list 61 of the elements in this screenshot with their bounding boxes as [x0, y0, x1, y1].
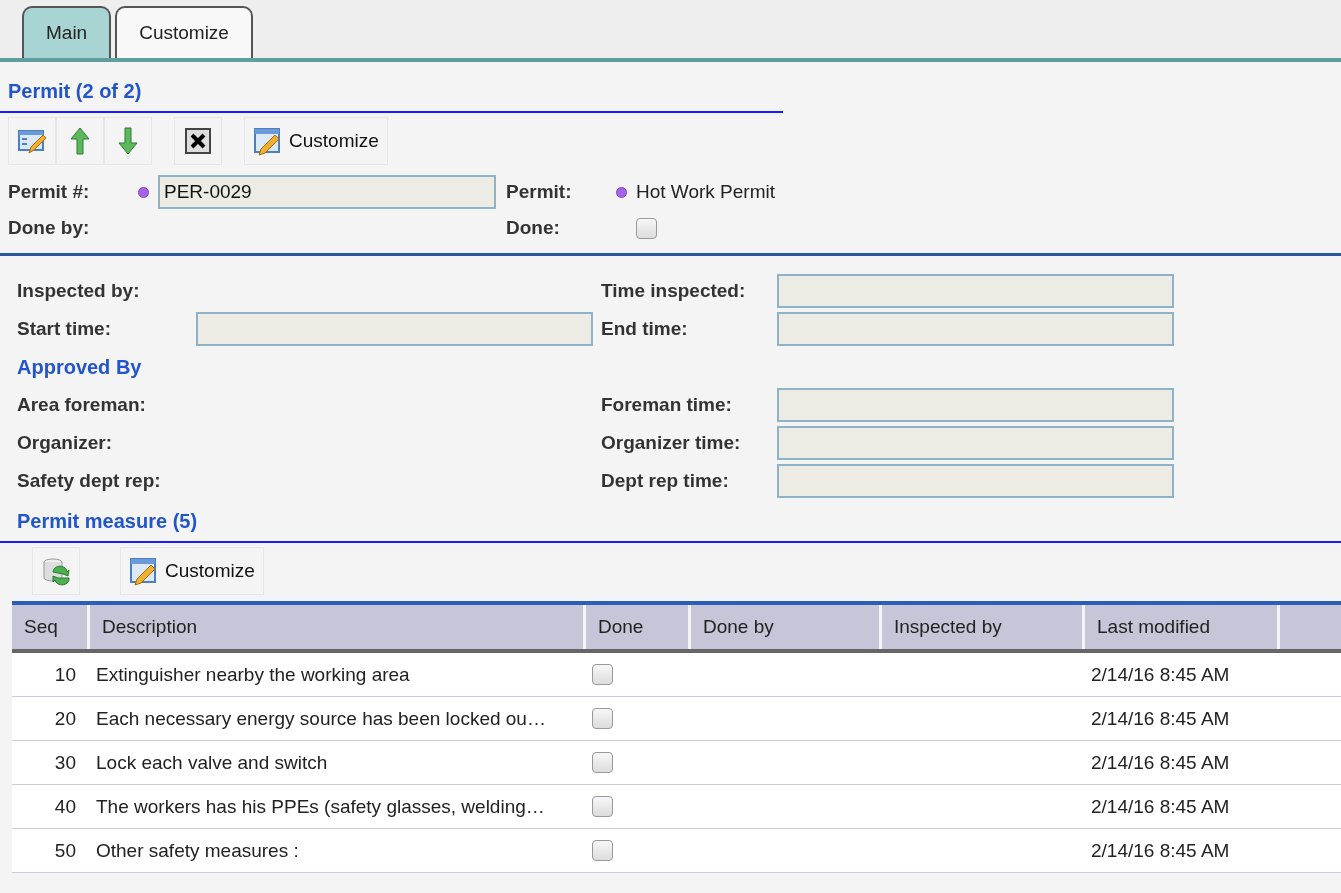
text-field[interactable] [777, 426, 1174, 460]
checkbox[interactable] [592, 708, 613, 729]
table-cell-text: 2/14/16 8:45 AM [1090, 795, 1231, 818]
field-label: Foreman time: [601, 394, 732, 416]
checkbox[interactable] [636, 217, 657, 239]
checkbox[interactable] [592, 664, 613, 685]
field-label: Permit: [506, 181, 573, 203]
table-cell-text: Other safety measures : [95, 839, 300, 862]
field-label: Permit #: [8, 181, 91, 203]
checkbox[interactable] [592, 796, 613, 817]
text-field[interactable] [777, 274, 1174, 308]
column-header[interactable]: Done [586, 605, 691, 649]
column-header[interactable]: Seq [12, 605, 90, 649]
table-cell-text: 2/14/16 8:45 AM [1090, 751, 1231, 774]
field-label: Safety dept rep: [17, 470, 161, 492]
column-header[interactable]: Description [90, 605, 586, 649]
field-label: Time inspected: [601, 280, 746, 302]
text-field[interactable] [196, 312, 593, 346]
field-label: Dept rep time: [601, 470, 729, 492]
column-header[interactable]: Inspected by [882, 605, 1085, 649]
tab[interactable]: Main [22, 6, 112, 58]
section-title: Permit (2 of 2) [8, 80, 143, 103]
field-label: Inspected by: [17, 280, 140, 302]
customize-button[interactable]: Customize [120, 547, 264, 595]
table-cell-text: 30 [53, 751, 77, 774]
text-field[interactable] [777, 464, 1174, 498]
table-cell-text: 40 [53, 795, 77, 818]
table-cell-text: 2/14/16 8:45 AM [1090, 663, 1231, 686]
database-refresh-icon [41, 556, 71, 586]
checkbox[interactable] [592, 840, 613, 861]
field-label: Done: [506, 217, 561, 239]
text-field[interactable] [777, 312, 1174, 346]
field-label: Done by: [8, 217, 91, 239]
table-cell-text: 2/14/16 8:45 AM [1090, 839, 1231, 862]
window-pencil-icon [253, 126, 283, 156]
section-title: Permit measure (5) [17, 510, 199, 533]
table-cell-text: 10 [53, 663, 77, 686]
field-label: Area foreman: [17, 394, 146, 416]
table-cell-text: Extinguisher nearby the working area [95, 663, 411, 686]
close-icon [183, 126, 213, 156]
text-field[interactable]: PER-0029 [158, 175, 496, 209]
table-cell-text: 2/14/16 8:45 AM [1090, 707, 1231, 730]
field-label: Organizer time: [601, 432, 741, 454]
table-cell-text: 20 [53, 707, 77, 730]
text-field[interactable] [777, 388, 1174, 422]
field-label: Start time: [17, 318, 111, 340]
table-cell-text: Each necessary energy source has been locked ou… [95, 707, 547, 730]
tab[interactable]: Customize [115, 6, 253, 58]
field-label: End time: [601, 318, 688, 340]
table-cell-text: Lock each valve and switch [95, 751, 329, 774]
column-header[interactable]: Done by [691, 605, 882, 649]
field-label: Organizer: [17, 432, 113, 454]
customize-button[interactable]: Customize [244, 117, 388, 165]
checkbox[interactable] [592, 752, 613, 773]
section-heading: Approved By [17, 354, 143, 380]
table-cell-text: The workers has his PPEs (safety glasses, welding… [95, 795, 546, 818]
toolbar-button[interactable] [174, 117, 222, 165]
window-pencil-icon [129, 556, 159, 586]
field-value: Hot Work Permit [636, 181, 776, 203]
refresh-button[interactable] [32, 547, 80, 595]
table-cell-text: 50 [53, 839, 77, 862]
